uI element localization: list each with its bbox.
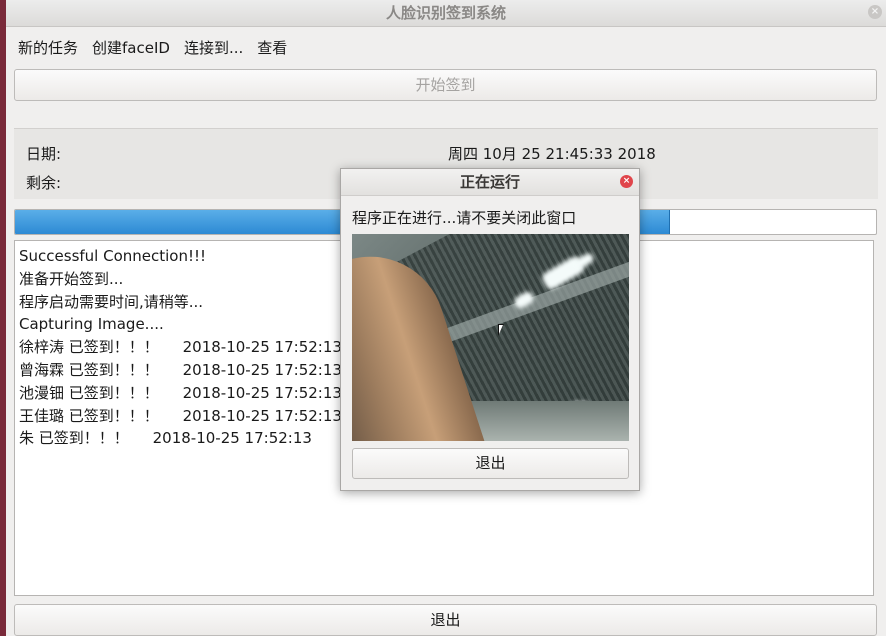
running-dialog: 正在运行 × 程序正在进行...请不要关闭此窗口 退出 [340,168,640,491]
dialog-close-icon[interactable]: × [620,175,633,188]
exit-button[interactable]: 退出 [14,604,877,636]
date-value: 周四 10月 25 21:45:33 2018 [448,145,656,163]
window-close-icon[interactable]: × [868,5,882,19]
window-title: 人脸识别签到系统 [385,4,506,22]
menu-new-task[interactable]: 新的任务 [18,37,78,58]
menu-view[interactable]: 查看 [257,37,287,58]
remaining-label: 剩余: [26,174,62,192]
menu-create-faceid[interactable]: 创建faceID [92,37,170,58]
mouse-cursor-icon [498,324,504,336]
start-checkin-button[interactable]: 开始签到 [14,69,877,101]
dialog-message: 程序正在进行...请不要关闭此窗口 [352,209,577,227]
dialog-title: 正在运行 [459,173,520,191]
camera-preview [352,234,629,441]
title-bar: 人脸识别签到系统 × [6,0,886,27]
menu-connect-to[interactable]: 连接到... [184,37,243,58]
dialog-exit-button[interactable]: 退出 [352,448,629,479]
menu-bar: 新的任务 创建faceID 连接到... 查看 [6,27,886,67]
dialog-title-bar: 正在运行 × [341,169,639,196]
date-label: 日期: [26,145,62,163]
